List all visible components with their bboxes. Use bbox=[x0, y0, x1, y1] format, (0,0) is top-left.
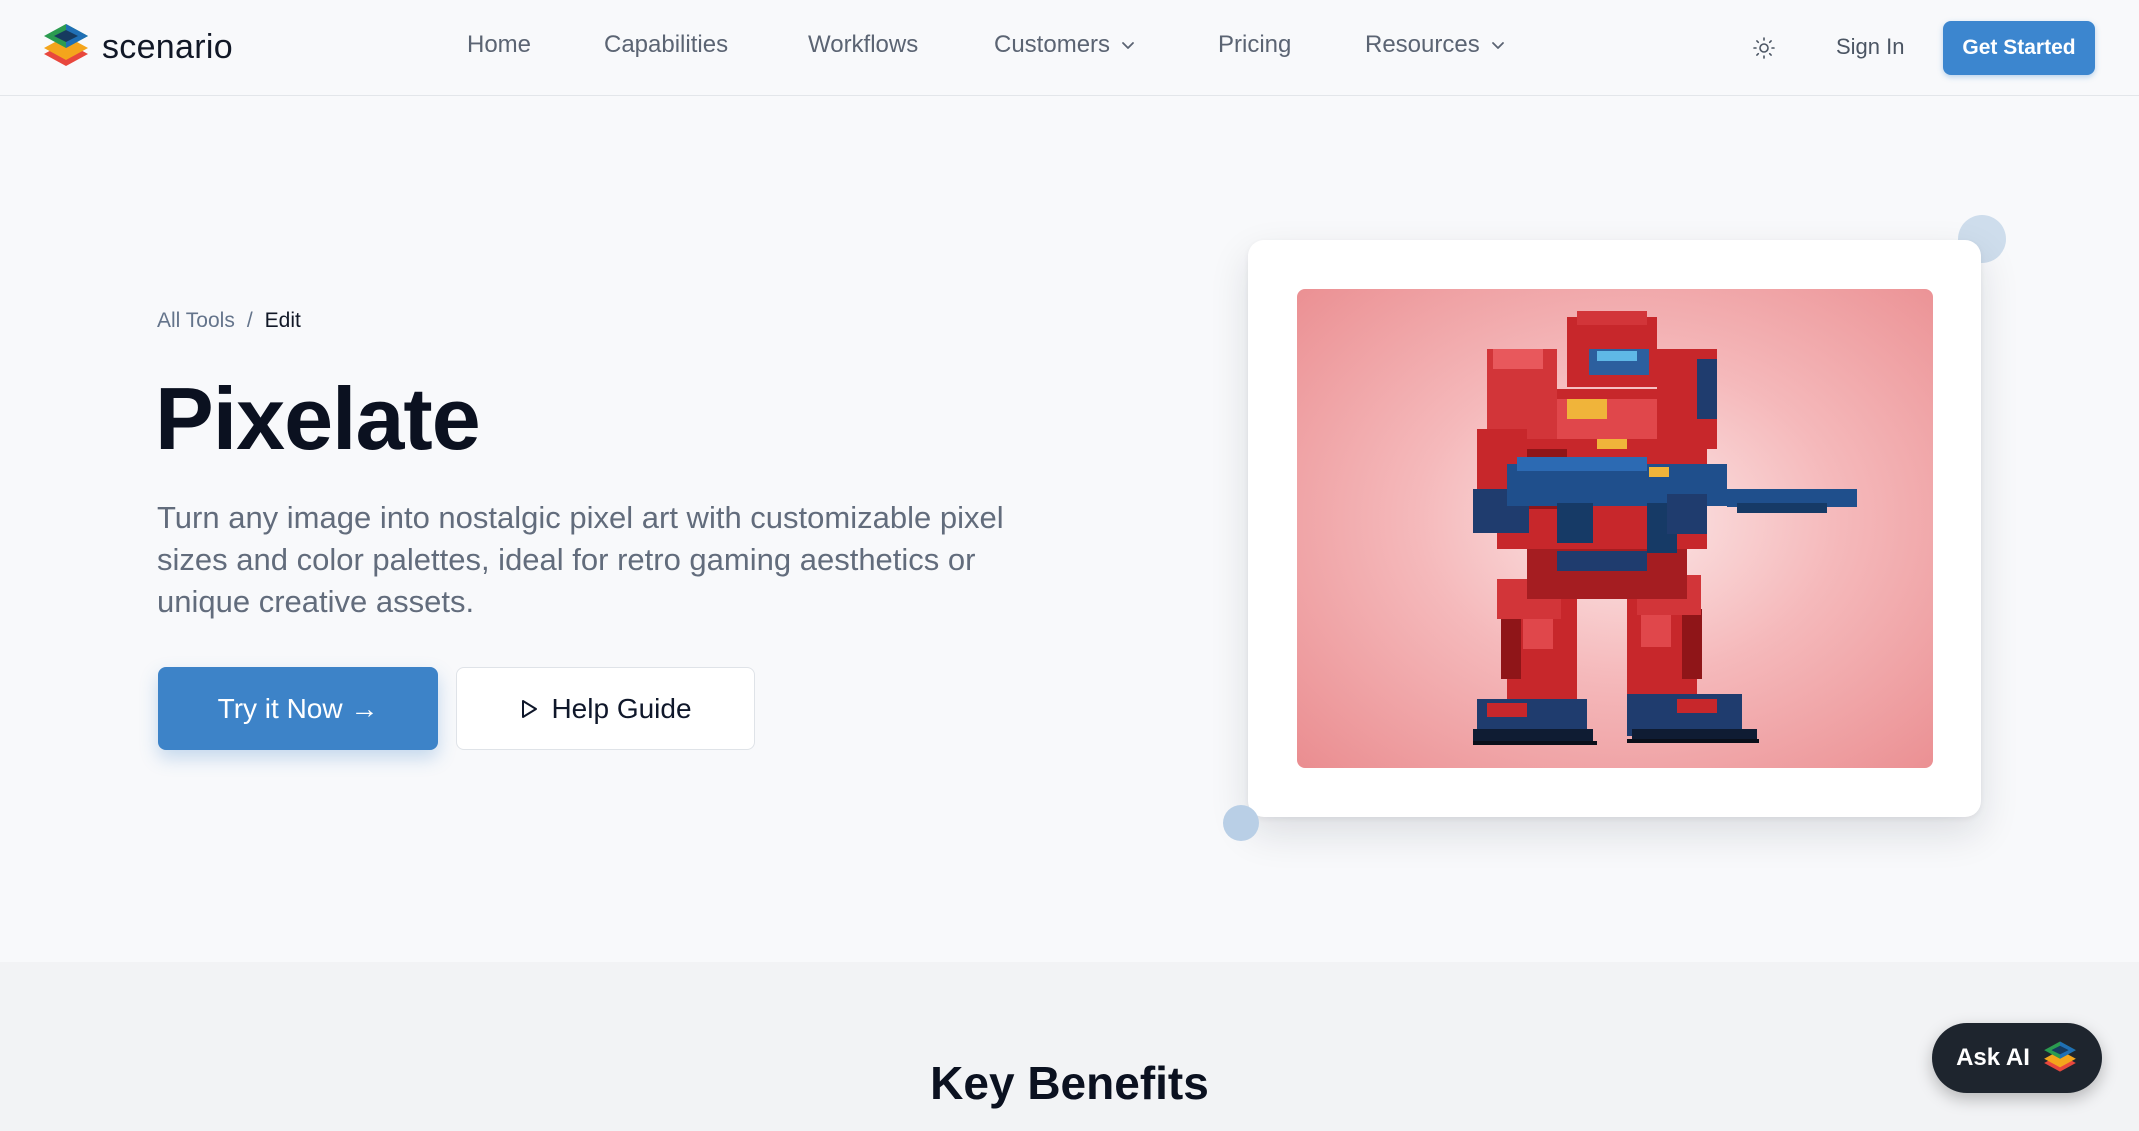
breadcrumb-all-tools[interactable]: All Tools bbox=[157, 309, 235, 333]
page-title: Pixelate bbox=[155, 369, 481, 468]
section-title: Key Benefits bbox=[930, 1057, 1209, 1109]
logo-text: scenario bbox=[102, 27, 233, 66]
pixel-soldier-illustration bbox=[1473, 311, 1857, 745]
scenario-logo-icon bbox=[44, 24, 88, 66]
nav-label: Home bbox=[467, 31, 532, 58]
nav-capabilities[interactable]: Capabilities bbox=[604, 31, 728, 59]
nav-customers[interactable]: Customers bbox=[994, 31, 1136, 59]
get-started-button[interactable]: Get Started bbox=[1943, 21, 2095, 75]
try-it-now-button[interactable]: Try it Now → bbox=[158, 667, 438, 750]
breadcrumb-current: Edit bbox=[264, 309, 301, 332]
nav-resources[interactable]: Resources bbox=[1365, 31, 1506, 59]
breadcrumb-separator: / bbox=[246, 309, 253, 332]
scenario-logo[interactable]: scenario bbox=[42, 22, 233, 72]
sign-in-link[interactable]: Sign In bbox=[1836, 34, 1905, 60]
try-it-now-label: Try it Now → bbox=[217, 692, 379, 724]
nav-label: Capabilities bbox=[604, 31, 729, 58]
nav-label: Workflows bbox=[808, 31, 919, 58]
breadcrumb: All Tools / Edit bbox=[157, 309, 301, 333]
chevron-down-icon bbox=[1122, 42, 1134, 49]
help-guide-label: Help Guide bbox=[551, 692, 692, 724]
ask-ai-button[interactable]: Ask AI bbox=[1932, 1023, 2102, 1093]
preview-image bbox=[1297, 289, 1933, 768]
nav-workflows[interactable]: Workflows bbox=[808, 31, 918, 59]
ask-ai-label: Ask AI bbox=[1956, 1044, 2030, 1071]
sun-icon[interactable] bbox=[1752, 36, 1776, 60]
nav-pricing[interactable]: Pricing bbox=[1218, 31, 1291, 59]
decorative-dot bbox=[1223, 805, 1259, 841]
nav-home[interactable]: Home bbox=[467, 31, 531, 59]
chevron-down-icon bbox=[1491, 42, 1504, 49]
scenario-logo-icon bbox=[2044, 1041, 2076, 1072]
top-navbar: scenario Home Capabilities Workflows Cus… bbox=[0, 0, 2139, 96]
play-icon bbox=[522, 699, 538, 718]
nav-label: Customers bbox=[994, 31, 1111, 58]
key-benefits-section: Key Benefits bbox=[0, 962, 2139, 1131]
nav-label: Resources bbox=[1365, 31, 1480, 58]
nav-label: Pricing bbox=[1218, 31, 1292, 58]
hero-description: Turn any image into nostalgic pixel art … bbox=[157, 500, 1004, 619]
preview-card bbox=[1248, 240, 1981, 817]
help-guide-button[interactable]: Help Guide bbox=[456, 667, 755, 750]
